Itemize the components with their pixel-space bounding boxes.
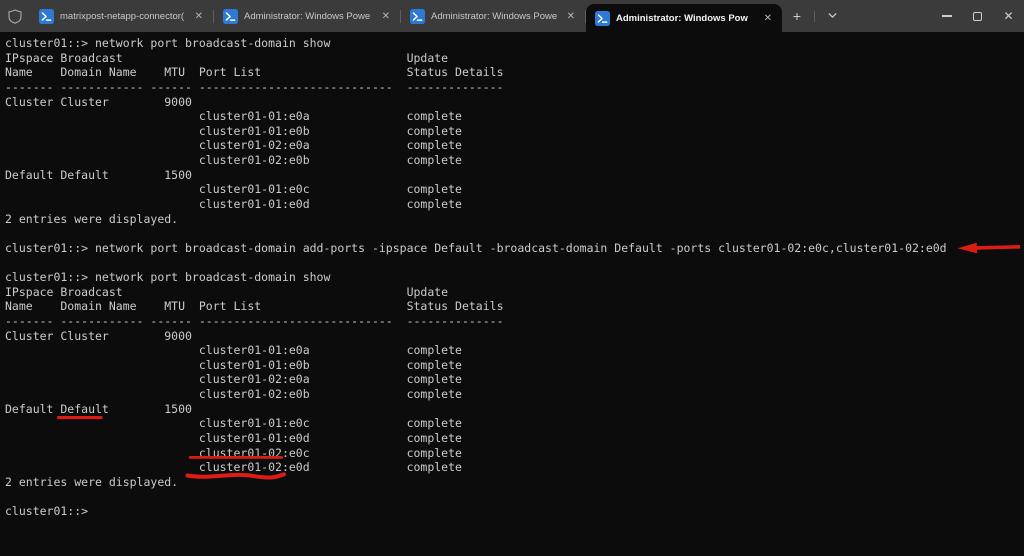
tab[interactable]: matrixpost-netapp-connector( ✕ (30, 0, 213, 32)
tab-title: matrixpost-netapp-connector( (60, 11, 187, 22)
tab-title: Administrator: Windows Pow (616, 13, 756, 24)
minimize-button[interactable] (931, 0, 962, 32)
tab-title: Administrator: Windows Powe (244, 11, 374, 22)
minimize-icon (942, 15, 952, 16)
tab[interactable]: Administrator: Windows Powe ✕ (401, 0, 585, 32)
close-button[interactable]: ✕ (993, 0, 1024, 32)
admin-shield-icon (0, 0, 30, 32)
tab-close-icon[interactable]: ✕ (565, 10, 577, 23)
new-tab-button[interactable]: + (782, 0, 812, 32)
terminal-output[interactable]: cluster01::> network port broadcast-doma… (0, 32, 1024, 519)
titlebar: matrixpost-netapp-connector( ✕ Administr… (0, 0, 1024, 32)
close-icon: ✕ (1003, 9, 1013, 23)
tab-close-icon[interactable]: ✕ (193, 10, 205, 23)
chevron-down-icon (827, 8, 838, 24)
powershell-icon (410, 9, 425, 24)
tab-title: Administrator: Windows Powe (431, 11, 559, 22)
tab-dropdown-button[interactable] (817, 0, 847, 32)
maximize-icon (973, 12, 982, 21)
toolbar-divider (814, 11, 815, 22)
powershell-icon (223, 9, 238, 24)
window-controls: ✕ (931, 0, 1024, 32)
powershell-icon (39, 9, 54, 24)
terminal: cluster01::> network port broadcast-doma… (0, 32, 1024, 556)
tab-close-icon[interactable]: ✕ (762, 12, 774, 25)
tab-active[interactable]: Administrator: Windows Pow ✕ (586, 4, 782, 32)
tab[interactable]: Administrator: Windows Powe ✕ (214, 0, 400, 32)
powershell-icon (595, 11, 610, 26)
tab-close-icon[interactable]: ✕ (380, 10, 392, 23)
maximize-button[interactable] (962, 0, 993, 32)
tab-bar: matrixpost-netapp-connector( ✕ Administr… (30, 0, 782, 32)
